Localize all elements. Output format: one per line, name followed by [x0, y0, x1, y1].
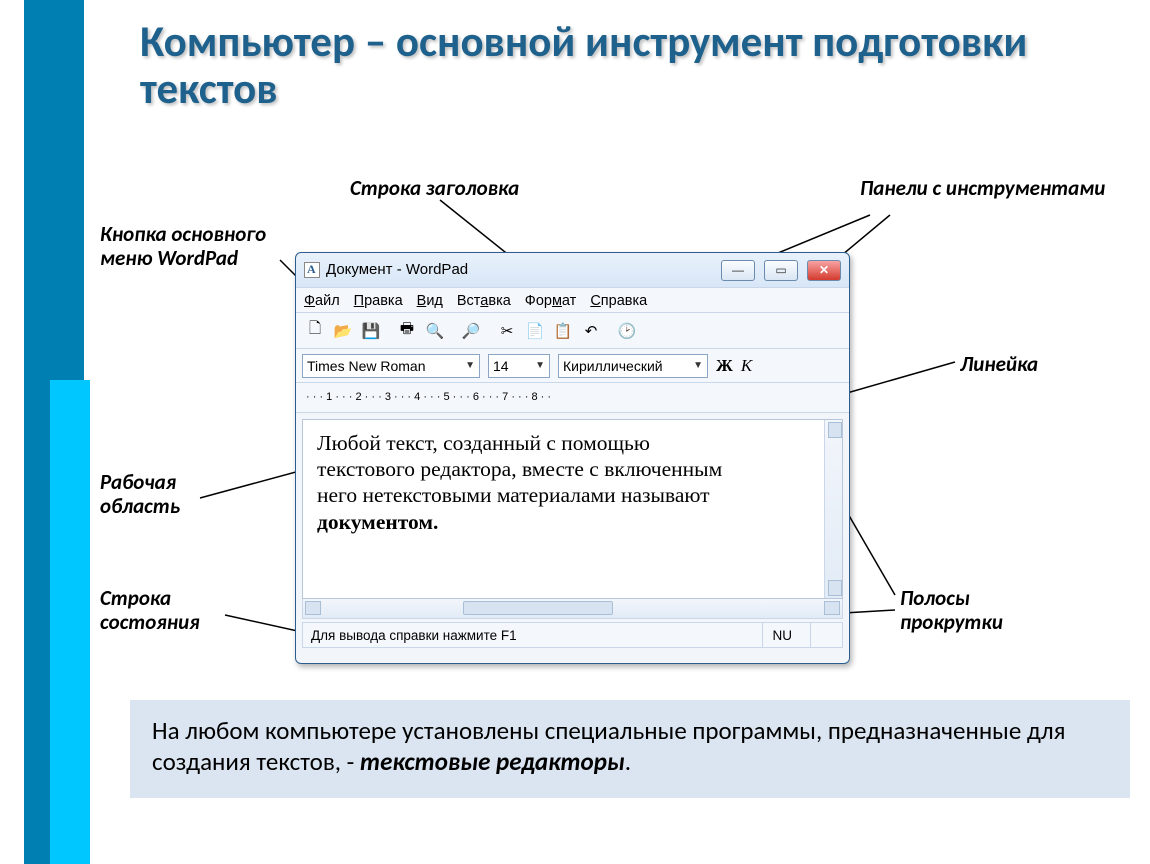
open-icon[interactable]: 📂 — [330, 318, 356, 344]
maximize-button[interactable]: ▭ — [764, 260, 798, 281]
bottom-text-2: . — [625, 746, 631, 777]
menu-help[interactable]: Справка — [590, 288, 647, 312]
label-ruler: Линейка — [960, 352, 1038, 376]
bottom-emph: текстовые редакторы — [360, 746, 625, 777]
scroll-right-icon[interactable] — [824, 601, 840, 615]
status-text: Для вывода справки нажмите F1 — [311, 628, 754, 643]
font-name-value: Times New Roman — [307, 358, 426, 374]
font-name-combo[interactable]: Times New Roman ▼ — [302, 354, 480, 378]
save-icon[interactable]: 💾 — [358, 318, 384, 344]
undo-icon[interactable]: ↶ — [578, 318, 604, 344]
minimize-button[interactable]: — — [721, 260, 755, 281]
bold-button[interactable]: Ж — [716, 356, 733, 376]
chevron-down-icon: ▼ — [459, 360, 475, 371]
cut-icon[interactable]: ✂ — [494, 318, 520, 344]
standard-toolbar: 🗋 📂 💾 🖶 🔍 🔎 ✂ 📄 📋 ↶ 🕑 — [296, 313, 849, 349]
body-line: него нетекстовыми материалами называют — [317, 483, 710, 507]
new-icon[interactable]: 🗋 — [302, 318, 328, 344]
print-icon[interactable]: 🖶 — [394, 318, 420, 344]
body-line: Любой текст, созданный с помощью — [317, 431, 650, 455]
datetime-icon[interactable]: 🕑 — [614, 318, 640, 344]
format-toolbar: Times New Roman ▼ 14 ▼ Кириллический ▼ Ж К — [296, 349, 849, 383]
wordpad-window: Документ - WordPad — ▭ ✕ Файл Правка Вид… — [295, 252, 850, 664]
menu-edit[interactable]: Правка — [354, 288, 403, 312]
find-icon[interactable]: 🔎 — [458, 318, 484, 344]
status-indicator: NU — [762, 623, 803, 647]
font-size-value: 14 — [493, 358, 509, 374]
menu-file[interactable]: Файл — [304, 288, 340, 312]
paste-icon[interactable]: 📋 — [550, 318, 576, 344]
app-icon — [304, 262, 320, 278]
label-work-area: Рабочая область — [100, 470, 250, 518]
charset-combo[interactable]: Кириллический ▼ — [558, 354, 708, 378]
slide-title: Компьютер – основной инструмент подготов… — [140, 18, 1130, 113]
horizontal-scrollbar[interactable] — [302, 599, 843, 619]
menu-view[interactable]: Вид — [417, 288, 443, 312]
preview-icon[interactable]: 🔍 — [422, 318, 448, 344]
menu-insert[interactable]: Вставка — [457, 288, 511, 312]
body-line-bold: документом. — [317, 510, 438, 534]
label-title-bar: Строка заголовка — [350, 176, 519, 200]
scroll-left-icon[interactable] — [305, 601, 321, 615]
copy-icon[interactable]: 📄 — [522, 318, 548, 344]
work-area[interactable]: Любой текст, созданный с помощью текстов… — [302, 419, 843, 599]
font-size-combo[interactable]: 14 ▼ — [488, 354, 550, 378]
body-line: текстового редактора, вместе с включенны… — [317, 457, 722, 481]
bottom-paragraph: На любом компьютере установлены специаль… — [130, 700, 1130, 798]
menu-format[interactable]: Формат — [525, 288, 577, 312]
charset-value: Кириллический — [563, 358, 663, 374]
chevron-down-icon: ▼ — [529, 360, 545, 371]
status-spacer — [810, 623, 834, 647]
status-bar: Для вывода справки нажмите F1 NU — [302, 622, 843, 648]
italic-button[interactable]: К — [741, 356, 752, 376]
window-title-bar[interactable]: Документ - WordPad — ▭ ✕ — [296, 253, 849, 287]
close-button[interactable]: ✕ — [807, 260, 841, 281]
label-main-menu: Кнопка основного меню WordPad — [100, 222, 300, 270]
label-status-bar: Строка состояния — [100, 586, 270, 634]
label-scrollbars: Полосы прокрутки — [900, 586, 1060, 634]
ruler[interactable]: · · · 1 · · · 2 · · · 3 · · · 4 · · · 5 … — [296, 383, 849, 413]
label-toolbars: Панели с инструментами — [860, 176, 1105, 200]
window-title-text: Документ - WordPad — [326, 253, 712, 287]
menu-bar: Файл Правка Вид Вставка Формат Справка — [296, 287, 849, 313]
decor-bar-light — [50, 380, 90, 864]
vertical-scrollbar[interactable] — [824, 420, 842, 598]
chevron-down-icon: ▼ — [687, 360, 703, 371]
scroll-thumb[interactable] — [463, 601, 613, 615]
